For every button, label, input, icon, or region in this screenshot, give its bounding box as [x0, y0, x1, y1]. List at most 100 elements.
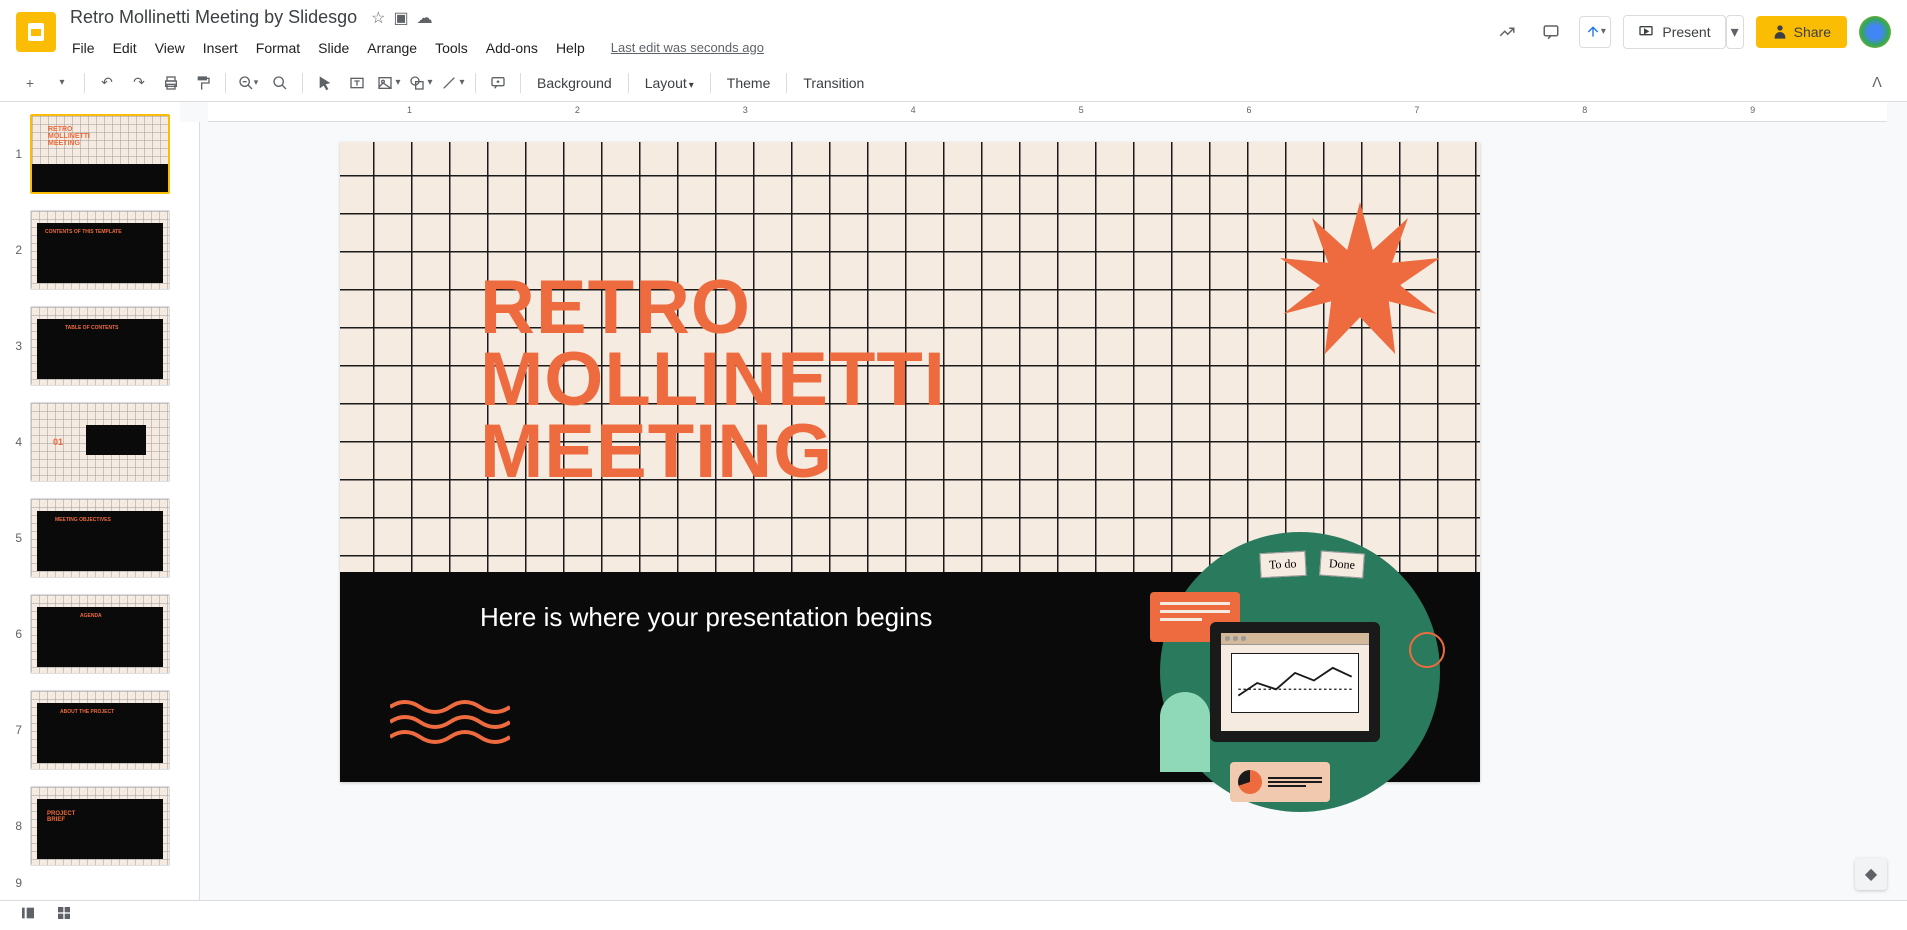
slide-number: 8: [8, 819, 22, 833]
separator: [520, 73, 521, 93]
select-tool[interactable]: [311, 69, 339, 97]
toolbar: + ▾ ↶ ↷ ▾ Background Layout Theme Transi…: [0, 64, 1907, 102]
present-button[interactable]: Present: [1623, 15, 1725, 49]
slide-number: 4: [8, 435, 22, 449]
monitor-shape: [1210, 622, 1380, 742]
slide-number: 7: [8, 723, 22, 737]
share-button[interactable]: Share: [1756, 16, 1847, 48]
slide-thumb-8[interactable]: 8 PROJECTBRIEF: [0, 782, 180, 870]
menu-view[interactable]: View: [147, 36, 193, 60]
separator: [225, 73, 226, 93]
menu-insert[interactable]: Insert: [195, 36, 246, 60]
textbox-tool[interactable]: [343, 69, 371, 97]
horizontal-ruler: 1 2 3 4 5 6 7 8 9: [208, 102, 1887, 122]
undo-button[interactable]: ↶: [93, 69, 121, 97]
slide-thumb-9[interactable]: 9: [0, 878, 180, 888]
new-slide-dropdown[interactable]: ▾: [48, 69, 76, 97]
filmstrip[interactable]: 1 RETROMOLLINETTIMEETING 2 CONTENTS OF T…: [0, 102, 180, 930]
separator: [84, 73, 85, 93]
move-folder-icon[interactable]: ▣: [393, 8, 408, 28]
theme-button[interactable]: Theme: [719, 75, 779, 91]
thumb-image[interactable]: ABOUT THE PROJECT: [30, 690, 170, 770]
user-avatar[interactable]: [1859, 16, 1891, 48]
separator: [710, 73, 711, 93]
new-slide-button[interactable]: +: [16, 69, 44, 97]
image-tool[interactable]: [375, 69, 403, 97]
upload-icon[interactable]: ▾: [1579, 16, 1611, 48]
comment-tool[interactable]: [484, 69, 512, 97]
thumb-image[interactable]: PROJECTBRIEF: [30, 786, 170, 866]
menu-format[interactable]: Format: [248, 36, 308, 60]
print-button[interactable]: [157, 69, 185, 97]
canvas-area[interactable]: 1 2 3 4 5 6 7 8 9 RETRO MOLLINETTI MEETI…: [180, 102, 1907, 930]
menu-tools[interactable]: Tools: [427, 36, 476, 60]
app-header: Retro Mollinetti Meeting by Slidesgo ☆ ▣…: [0, 0, 1907, 64]
share-label: Share: [1794, 24, 1831, 40]
menu-help[interactable]: Help: [548, 36, 593, 60]
separator: [786, 73, 787, 93]
thumb-image[interactable]: MEETING OBJECTIVES: [30, 498, 170, 578]
header-right: ▾ Present ▾ Share: [1491, 15, 1891, 49]
menu-slide[interactable]: Slide: [310, 36, 357, 60]
slide-thumb-5[interactable]: 5 MEETING OBJECTIVES: [0, 494, 180, 582]
explore-button[interactable]: ◆: [1855, 858, 1887, 890]
illustration-circle[interactable]: To do Done: [1160, 532, 1440, 812]
present-dropdown[interactable]: ▾: [1726, 15, 1744, 49]
vertical-ruler: [180, 122, 200, 930]
slide-thumb-7[interactable]: 7 ABOUT THE PROJECT: [0, 686, 180, 774]
slide-subtitle[interactable]: Here is where your presentation begins: [480, 602, 932, 633]
sticky-note-2: Done: [1319, 550, 1365, 578]
title-row: Retro Mollinetti Meeting by Slidesgo ☆ ▣…: [64, 2, 1491, 34]
slide-thumb-6[interactable]: 6 AGENDA: [0, 590, 180, 678]
pie-card-shape: [1230, 762, 1330, 802]
slides-icon: [24, 20, 48, 44]
menu-addons[interactable]: Add-ons: [478, 36, 546, 60]
mint-shape: [1160, 692, 1210, 772]
slide-thumb-2[interactable]: 2 CONTENTS OF THIS TEMPLATE: [0, 206, 180, 294]
wave-shape[interactable]: [390, 697, 510, 752]
menu-arrange[interactable]: Arrange: [359, 36, 425, 60]
menu-file[interactable]: File: [64, 36, 103, 60]
layout-button[interactable]: Layout: [637, 75, 702, 91]
zoom-button[interactable]: [266, 69, 294, 97]
background-button[interactable]: Background: [529, 75, 620, 91]
shape-tool[interactable]: [407, 69, 435, 97]
slide-number: 1: [8, 147, 22, 161]
slide-title[interactable]: RETRO MOLLINETTI MEETING: [480, 272, 946, 489]
thumb-image[interactable]: AGENDA: [30, 594, 170, 674]
separator: [302, 73, 303, 93]
separator: [628, 73, 629, 93]
thumb-image[interactable]: CONTENTS OF THIS TEMPLATE: [30, 210, 170, 290]
thumb-image[interactable]: RETROMOLLINETTIMEETING: [30, 114, 170, 194]
star-icon[interactable]: ☆: [371, 8, 385, 28]
redo-button[interactable]: ↷: [125, 69, 153, 97]
slide-thumb-3[interactable]: 3 TABLE OF CONTENTS: [0, 302, 180, 390]
transition-button[interactable]: Transition: [795, 75, 872, 91]
paint-format-button[interactable]: [189, 69, 217, 97]
slide-number: 9: [8, 876, 22, 890]
share-icon: [1772, 24, 1788, 40]
expand-toolbar-button[interactable]: ᐱ: [1863, 69, 1891, 97]
starburst-shape[interactable]: [1280, 202, 1440, 362]
slide-thumb-1[interactable]: 1 RETROMOLLINETTIMEETING: [0, 110, 180, 198]
cloud-status-icon[interactable]: ☁: [417, 8, 433, 28]
sticky-note-1: To do: [1259, 551, 1306, 578]
doc-title[interactable]: Retro Mollinetti Meeting by Slidesgo: [64, 5, 363, 30]
present-label: Present: [1662, 24, 1710, 40]
slide-number: 2: [8, 243, 22, 257]
zoom-out-button[interactable]: ▾: [234, 69, 262, 97]
slides-logo[interactable]: [16, 12, 56, 52]
comments-icon[interactable]: [1535, 16, 1567, 48]
slide-canvas[interactable]: RETRO MOLLINETTI MEETING Here is where y…: [340, 142, 1480, 782]
line-tool[interactable]: [439, 69, 467, 97]
thumb-image[interactable]: 01: [30, 402, 170, 482]
filmstrip-view-icon[interactable]: [20, 905, 36, 926]
thumb-image[interactable]: TABLE OF CONTENTS: [30, 306, 170, 386]
footer-bar: [0, 900, 1907, 930]
analytics-icon[interactable]: [1491, 16, 1523, 48]
slide-number: 6: [8, 627, 22, 641]
slide-thumb-4[interactable]: 4 01: [0, 398, 180, 486]
grid-view-icon[interactable]: [56, 905, 72, 926]
menu-edit[interactable]: Edit: [105, 36, 145, 60]
last-edit-link[interactable]: Last edit was seconds ago: [611, 40, 764, 55]
